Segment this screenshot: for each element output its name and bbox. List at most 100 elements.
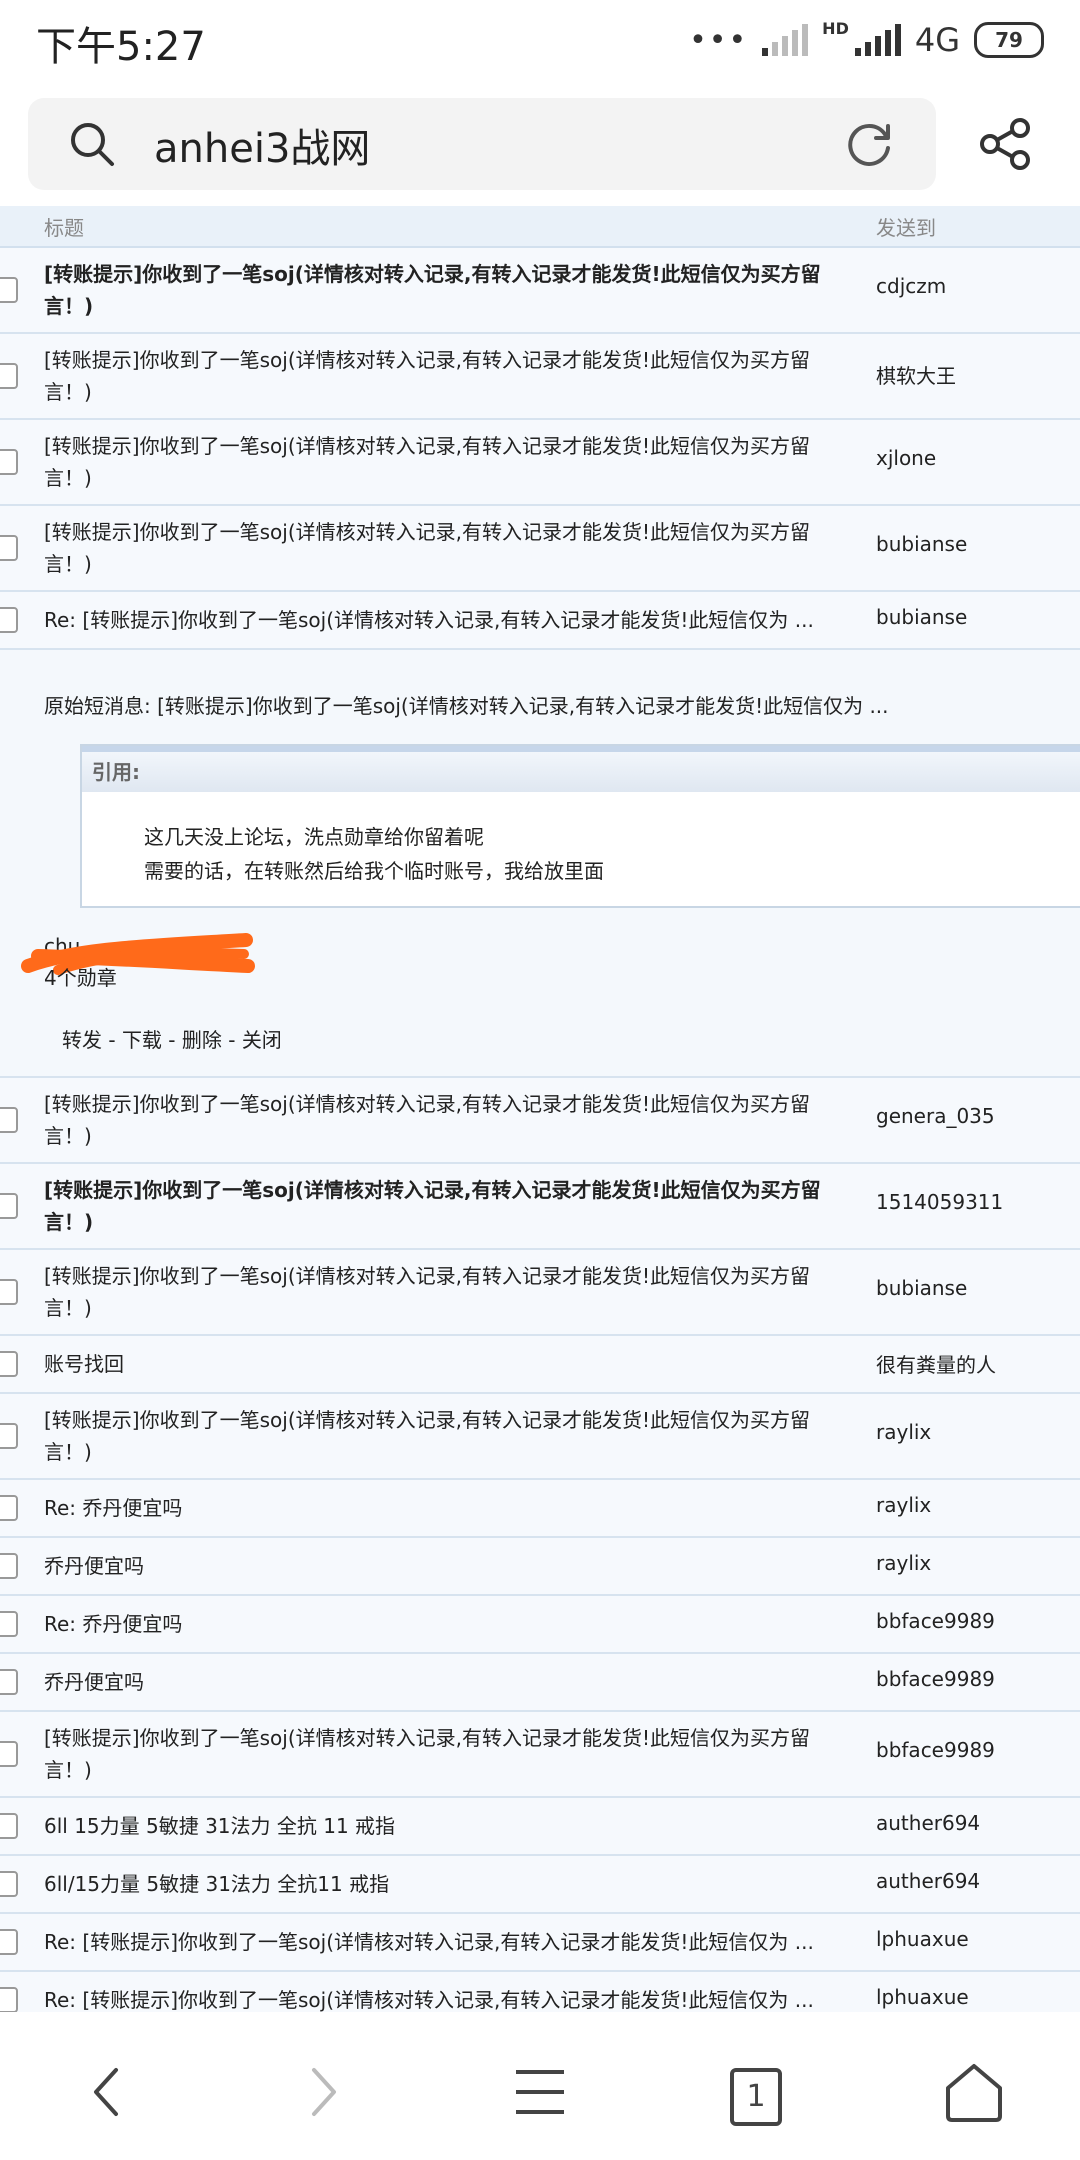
message-title[interactable]: Re: [转账提示]你收到了一笔soj(详情核对转入记录,有转入记录才能发货!此… — [44, 604, 844, 636]
recipient: raylix — [876, 1493, 932, 1517]
message-title[interactable]: [转账提示]你收到了一笔soj(详情核对转入记录,有转入记录才能发货!此短信仅为… — [44, 1260, 844, 1324]
recipient: xjlone — [876, 446, 937, 470]
recipient: bubianse — [876, 1276, 968, 1300]
row-checkbox[interactable] — [0, 535, 18, 561]
table-row[interactable]: [转账提示]你收到了一笔soj(详情核对转入记录,有转入记录才能发货!此短信仅为… — [0, 1394, 1080, 1480]
message-title[interactable]: 6ll/15力量 5敏捷 31法力 全抗11 戒指 — [44, 1868, 844, 1900]
table-row[interactable]: Re: [转账提示]你收到了一笔soj(详情核对转入记录,有转入记录才能发货!此… — [0, 1972, 1080, 2012]
status-time: 下午5:27 — [36, 24, 206, 70]
recipient: bubianse — [876, 605, 968, 629]
table-row[interactable]: [转账提示]你收到了一笔soj(详情核对转入记录,有转入记录才能发货!此短信仅为… — [0, 248, 1080, 334]
row-checkbox[interactable] — [0, 1553, 18, 1579]
recipient: auther694 — [876, 1811, 981, 1835]
recipient: genera_035 — [876, 1104, 995, 1128]
row-checkbox[interactable] — [0, 1611, 18, 1637]
network-type: 4G — [914, 21, 960, 59]
tabs-icon[interactable]: 1 — [730, 2068, 782, 2126]
message-title[interactable]: [转账提示]你收到了一笔soj(详情核对转入记录,有转入记录才能发货!此短信仅为… — [44, 1722, 844, 1786]
table-row[interactable]: Re: [转账提示]你收到了一笔soj(详情核对转入记录,有转入记录才能发货!此… — [0, 1914, 1080, 1972]
table-row[interactable]: 6ll 15力量 5敏捷 31法力 全抗 11 戒指 auther694 — [0, 1798, 1080, 1856]
quote-line: 需要的话，在转账然后给我个临时账号，我给放里面 — [144, 859, 604, 883]
row-checkbox[interactable] — [0, 1495, 18, 1521]
message-title[interactable]: 6ll 15力量 5敏捷 31法力 全抗 11 戒指 — [44, 1810, 844, 1842]
recipient: 棋软大王 — [876, 364, 956, 388]
row-checkbox[interactable] — [0, 1351, 18, 1377]
message-title[interactable]: Re: 乔丹便宜吗 — [44, 1608, 844, 1640]
hd-label: HD — [822, 18, 849, 38]
message-title[interactable]: [转账提示]你收到了一笔soj(详情核对转入记录,有转入记录才能发货!此短信仅为… — [44, 516, 844, 580]
row-checkbox[interactable] — [0, 1279, 18, 1305]
row-checkbox[interactable] — [0, 1929, 18, 1955]
separator: - — [161, 1028, 182, 1052]
status-bar: 下午5:27 ••• HD 4G 79 — [0, 0, 1080, 80]
refresh-icon[interactable] — [844, 118, 896, 170]
row-checkbox[interactable] — [0, 1813, 18, 1839]
rows-before: [转账提示]你收到了一笔soj(详情核对转入记录,有转入记录才能发货!此短信仅为… — [0, 248, 1080, 650]
message-title[interactable]: Re: [转账提示]你收到了一笔soj(详情核对转入记录,有转入记录才能发货!此… — [44, 1926, 844, 1958]
message-title[interactable]: [转账提示]你收到了一笔soj(详情核对转入记录,有转入记录才能发货!此短信仅为… — [44, 258, 844, 322]
message-title[interactable]: [转账提示]你收到了一笔soj(详情核对转入记录,有转入记录才能发货!此短信仅为… — [44, 430, 844, 494]
row-checkbox[interactable] — [0, 363, 18, 389]
search-query[interactable]: anhei3战网 — [154, 116, 370, 174]
table-row[interactable]: 乔丹便宜吗 raylix — [0, 1538, 1080, 1596]
quote-line: 这几天没上论坛，洗点勋章给你留着呢 — [144, 825, 484, 849]
row-checkbox[interactable] — [0, 449, 18, 475]
row-checkbox[interactable] — [0, 277, 18, 303]
message-title[interactable]: 乔丹便宜吗 — [44, 1550, 844, 1582]
table-row[interactable]: 乔丹便宜吗 bbface9989 — [0, 1654, 1080, 1712]
menu-icon[interactable] — [510, 2062, 570, 2122]
delete-link[interactable]: 删除 — [182, 1028, 222, 1052]
recipient: raylix — [876, 1420, 932, 1444]
message-title[interactable]: [转账提示]你收到了一笔soj(详情核对转入记录,有转入记录才能发货!此短信仅为… — [44, 1404, 844, 1468]
row-checkbox[interactable] — [0, 1741, 18, 1767]
address-bar[interactable]: anhei3战网 — [28, 98, 936, 190]
table-row[interactable]: Re: [转账提示]你收到了一笔soj(详情核对转入记录,有转入记录才能发货!此… — [0, 592, 1080, 650]
separator: - — [102, 1028, 122, 1052]
status-icons: ••• HD 4G 79 — [689, 18, 1044, 62]
table-row[interactable]: [转账提示]你收到了一笔soj(详情核对转入记录,有转入记录才能发货!此短信仅为… — [0, 334, 1080, 420]
close-link[interactable]: 关闭 — [242, 1028, 282, 1052]
back-icon[interactable] — [78, 2062, 138, 2122]
separator: - — [221, 1028, 242, 1052]
table-row[interactable]: [转账提示]你收到了一笔soj(详情核对转入记录,有转入记录才能发货!此短信仅为… — [0, 1078, 1080, 1164]
recipient: lphuaxue — [876, 1985, 969, 2009]
table-row[interactable]: [转账提示]你收到了一笔soj(详情核对转入记录,有转入记录才能发货!此短信仅为… — [0, 506, 1080, 592]
row-checkbox[interactable] — [0, 1871, 18, 1897]
recipient: bbface9989 — [876, 1609, 995, 1633]
table-row[interactable]: Re: 乔丹便宜吗 raylix — [0, 1480, 1080, 1538]
column-to-header: 发送到 — [876, 216, 936, 240]
battery-icon: 79 — [974, 22, 1044, 58]
table-row[interactable]: [转账提示]你收到了一笔soj(详情核对转入记录,有转入记录才能发货!此短信仅为… — [0, 1164, 1080, 1250]
more-dots-icon: ••• — [689, 22, 749, 58]
recipient: lphuaxue — [876, 1927, 969, 1951]
row-checkbox[interactable] — [0, 607, 18, 633]
recipient: 1514059311 — [876, 1190, 1004, 1214]
message-title[interactable]: [转账提示]你收到了一笔soj(详情核对转入记录,有转入记录才能发货!此短信仅为… — [44, 344, 844, 408]
row-checkbox[interactable] — [0, 1669, 18, 1695]
share-icon[interactable] — [978, 116, 1034, 172]
message-title[interactable]: [转账提示]你收到了一笔soj(详情核对转入记录,有转入记录才能发货!此短信仅为… — [44, 1174, 844, 1238]
table-row[interactable]: [转账提示]你收到了一笔soj(详情核对转入记录,有转入记录才能发货!此短信仅为… — [0, 420, 1080, 506]
message-title[interactable]: [转账提示]你收到了一笔soj(详情核对转入记录,有转入记录才能发货!此短信仅为… — [44, 1088, 844, 1152]
message-title[interactable]: 乔丹便宜吗 — [44, 1666, 844, 1698]
message-title[interactable]: Re: [转账提示]你收到了一笔soj(详情核对转入记录,有转入记录才能发货!此… — [44, 1984, 844, 2012]
signal-1-icon — [762, 24, 809, 56]
download-link[interactable]: 下载 — [122, 1028, 162, 1052]
row-checkbox[interactable] — [0, 1193, 18, 1219]
row-checkbox[interactable] — [0, 1423, 18, 1449]
recipient: bubianse — [876, 532, 968, 556]
forward-link[interactable]: 转发 — [62, 1028, 102, 1052]
table-row[interactable]: [转账提示]你收到了一笔soj(详情核对转入记录,有转入记录才能发货!此短信仅为… — [0, 1712, 1080, 1798]
message-title[interactable]: Re: 乔丹便宜吗 — [44, 1492, 844, 1524]
home-icon[interactable] — [942, 2060, 1006, 2124]
table-row[interactable]: Re: 乔丹便宜吗 bbface9989 — [0, 1596, 1080, 1654]
row-checkbox[interactable] — [0, 1107, 18, 1133]
message-title[interactable]: 账号找回 — [44, 1348, 844, 1380]
rows-after: [转账提示]你收到了一笔soj(详情核对转入记录,有转入记录才能发货!此短信仅为… — [0, 1078, 1080, 2012]
table-row[interactable]: [转账提示]你收到了一笔soj(详情核对转入记录,有转入记录才能发货!此短信仅为… — [0, 1250, 1080, 1336]
table-row[interactable]: 账号找回 很有粪量的人 — [0, 1336, 1080, 1394]
row-checkbox[interactable] — [0, 1987, 18, 2012]
table-row[interactable]: 6ll/15力量 5敏捷 31法力 全抗11 戒指 auther694 — [0, 1856, 1080, 1914]
recipient: cdjczm — [876, 274, 947, 298]
forward-icon[interactable] — [292, 2062, 352, 2122]
